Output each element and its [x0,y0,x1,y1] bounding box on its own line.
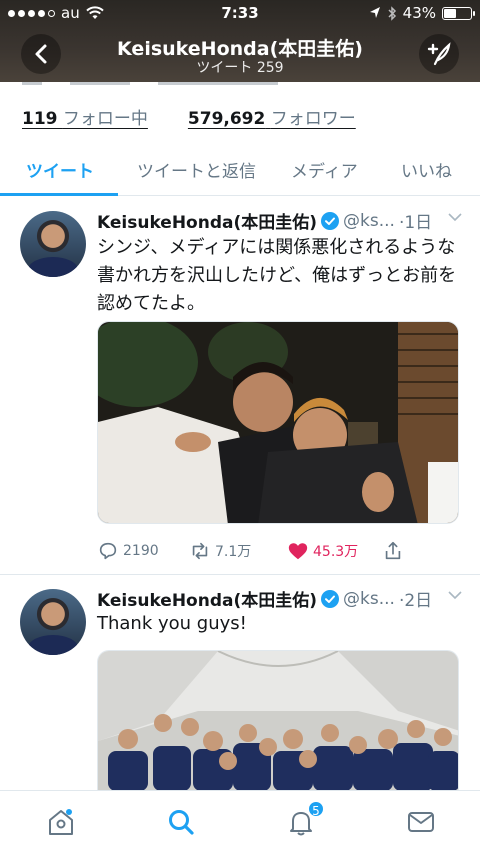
tweet-photo[interactable] [97,650,459,790]
tweet-author-name: KeisukeHonda(本田圭佑) [97,213,318,233]
battery-percent: 43% [402,4,436,22]
compose-icon [427,42,451,66]
bluetooth-icon [388,5,396,21]
tweet-author-handle: @ks... [343,588,395,609]
profile-tabs: ツイート ツイートと返信 メディア いいね [0,140,480,196]
followers-label: フォロワー [270,109,356,129]
tweet-count: ツイート 259 [196,60,284,76]
tweet-text: シンジ、メディアには関係悪化されるような書かれ方を沢山したけど、俺はずっとお前を… [97,237,457,314]
bottom-tab-bar [0,790,480,854]
active-tab-indicator [0,193,118,196]
photo-team-on-airplane [98,651,458,790]
followers-count: 579,692 [187,109,266,129]
profile-header: au 7:33 43% KeisukeHonda(本田圭佑) ツイート 259 [0,0,480,82]
tweet-actions: 2190 7.1万 45.3万 [97,540,467,566]
tab-tweets[interactable]: ツイート [26,157,94,182]
chevron-down-icon[interactable] [448,590,462,600]
tab-likes[interactable]: いいね [401,157,452,182]
like-button[interactable]: 45.3万 [287,540,358,562]
tweet-time: ·2日 [398,591,433,611]
retweet-count: 7.1万 [215,544,252,560]
tweet-header: KeisukeHonda(本田圭佑) @ks... ·1日 [97,208,462,233]
verified-badge-icon [321,589,340,608]
notification-badge: 5 [307,800,325,818]
photo-two-men-selfie [98,322,458,523]
heart-icon [288,543,308,560]
reply-button[interactable]: 2190 [97,540,159,562]
tweet-text: Thank you guys! [97,613,247,634]
battery-icon [442,6,475,20]
profile-stats: 119 フォロー中 579,692 フォロワー [22,104,356,129]
tweet[interactable]: KeisukeHonda(本田圭佑) @ks... ·2日 Thank you … [0,578,480,790]
messages-icon[interactable] [406,807,436,837]
tweet-author-handle: @ks... [343,210,395,231]
tweet-author-name: KeisukeHonda(本田圭佑) [97,591,318,611]
tweet-photo[interactable] [97,321,459,524]
avatar[interactable] [20,211,86,277]
tweet-divider [0,574,480,575]
status-bar: au 7:33 43% [0,0,480,26]
retweet-button[interactable]: 7.1万 [189,540,251,562]
search-icon[interactable] [166,807,196,837]
followers-link[interactable]: 579,692 フォロワー [188,104,356,129]
share-icon [385,541,401,560]
profile-links-clipped [22,82,322,92]
tab-media[interactable]: メディア [291,157,358,182]
home-icon[interactable] [46,807,76,837]
like-count: 45.3万 [313,544,359,560]
tweet[interactable]: KeisukeHonda(本田圭佑) @ks... ·1日 シンジ、メディアには… [0,200,480,574]
reply-count: 2190 [123,543,159,559]
avatar[interactable] [20,589,86,655]
reply-icon [99,542,117,560]
verified-badge-icon [321,211,340,230]
following-label: フォロー中 [62,109,148,129]
tweet-header: KeisukeHonda(本田圭佑) @ks... ·2日 [97,586,462,611]
tweet-time: ·1日 [398,213,433,233]
share-button[interactable] [382,540,404,562]
following-link[interactable]: 119 フォロー中 [22,104,148,129]
location-arrow-icon [369,7,380,18]
retweet-icon [192,542,208,560]
chevron-down-icon[interactable] [448,212,462,222]
following-count: 119 [22,109,58,129]
compose-tweet-button[interactable] [419,34,459,74]
tab-tweets-and-replies[interactable]: ツイートと返信 [137,157,256,182]
